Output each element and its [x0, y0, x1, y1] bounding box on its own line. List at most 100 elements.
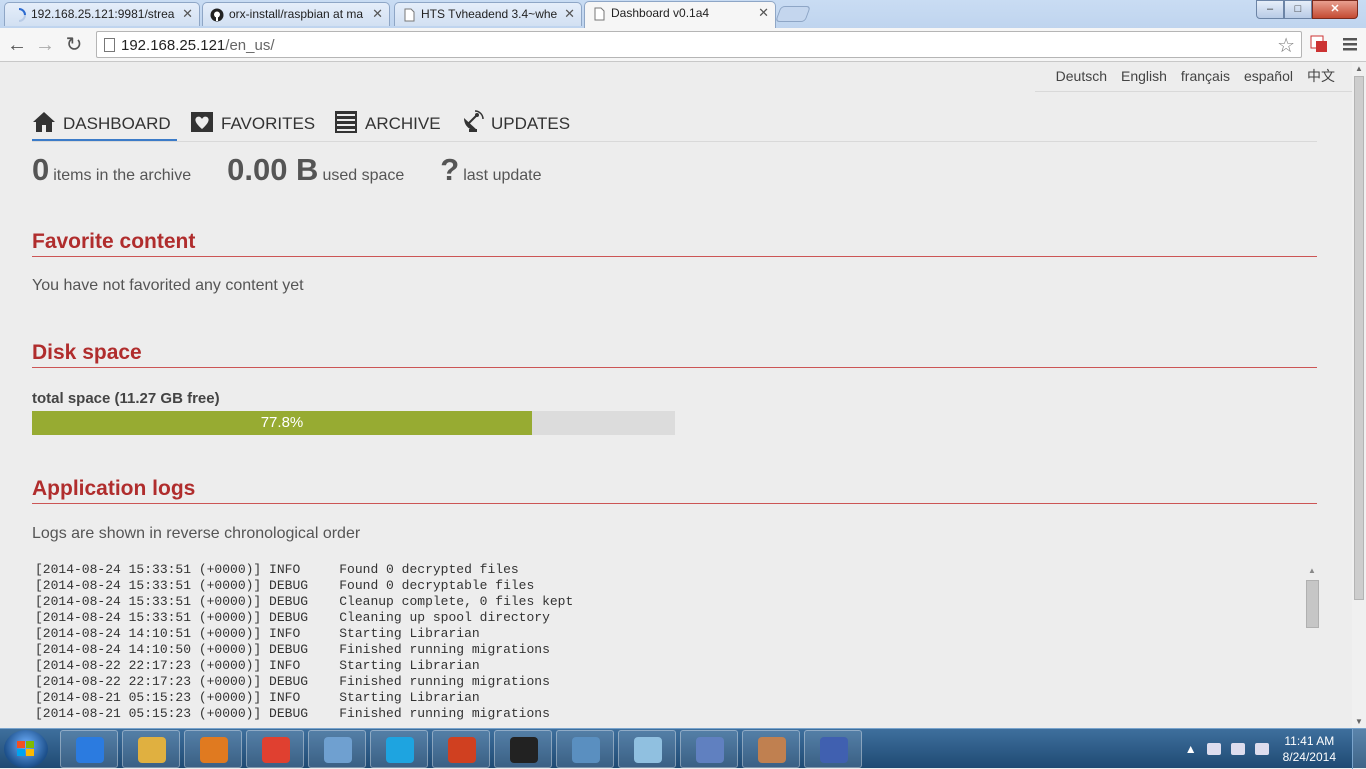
url-text: 192.168.25.121/en_us/: [121, 37, 275, 54]
taskbar-app[interactable]: [60, 730, 118, 768]
tab-github[interactable]: orx-install/raspbian at ma ✕: [202, 2, 390, 26]
tab-tvheadend[interactable]: HTS Tvheadend 3.4~whee ✕: [394, 2, 582, 26]
browser-toolbar: ← → ↻ 192.168.25.121/en_us/ ☆: [0, 28, 1366, 62]
language-francais[interactable]: français: [1174, 68, 1237, 92]
bookmark-star-icon[interactable]: ☆: [1277, 33, 1295, 58]
tab-stream[interactable]: 192.168.25.121:9981/stream ✕: [4, 2, 200, 26]
paint-icon: [758, 737, 786, 763]
tab-close-icon[interactable]: ✕: [564, 6, 575, 22]
scroll-up-arrow-icon[interactable]: ▲: [1355, 64, 1363, 73]
maximize-button[interactable]: □: [1284, 0, 1312, 19]
taskbar-app[interactable]: [680, 730, 738, 768]
log-line: [2014-08-24 15:33:51 (+0000)] DEBUG Clea…: [35, 594, 574, 609]
application-logs-heading: Application logs: [32, 477, 1317, 504]
page-icon: [594, 7, 605, 21]
nav-label: UPDATES: [491, 114, 571, 133]
back-arrow-icon[interactable]: ←: [4, 32, 30, 58]
log-line: [2014-08-24 14:10:50 (+0000)] DEBUG Fini…: [35, 642, 550, 657]
command-prompt-icon: [510, 737, 538, 763]
log-line: [2014-08-21 05:15:23 (+0000)] DEBUG Fini…: [35, 706, 550, 721]
log-scrollbar[interactable]: ▲: [1305, 566, 1320, 728]
forward-arrow-icon[interactable]: →: [32, 32, 58, 58]
taskbar-app[interactable]: [494, 730, 552, 768]
page-icon: [404, 8, 415, 22]
archive-icon: [335, 111, 357, 133]
nav-label: DASHBOARD: [63, 114, 171, 133]
log-line: [2014-08-24 14:10:51 (+0000)] INFO Start…: [35, 626, 480, 641]
nav-label: FAVORITES: [221, 114, 316, 133]
language-espanol[interactable]: español: [1237, 68, 1300, 92]
tab-title: HTS Tvheadend 3.4~whee: [421, 7, 557, 21]
language-english[interactable]: English: [1114, 68, 1174, 92]
menu-icon[interactable]: [1340, 34, 1360, 54]
loading-spinner-icon: [18, 8, 26, 22]
tab-dashboard[interactable]: Dashboard v0.1a4 ✕: [584, 1, 776, 28]
start-button[interactable]: [4, 730, 48, 768]
taskbar-app[interactable]: [308, 730, 366, 768]
action-center-icon[interactable]: [1206, 743, 1221, 755]
page-scroll-thumb[interactable]: [1354, 76, 1364, 600]
favorite-content-heading: Favorite content: [32, 230, 1317, 257]
show-hidden-icons-icon[interactable]: ▲: [1185, 742, 1197, 756]
volume-icon[interactable]: [1254, 743, 1269, 755]
taskbar-app[interactable]: [742, 730, 800, 768]
taskbar-app[interactable]: [804, 730, 862, 768]
browser-chrome: 192.168.25.121:9981/stream ✕ orx-install…: [0, 0, 1366, 62]
disk-usage-bar: 77.8%: [32, 411, 675, 435]
show-desktop-button[interactable]: [1352, 729, 1366, 769]
language-deutsch[interactable]: Deutsch: [1049, 68, 1114, 92]
taskbar-app[interactable]: [246, 730, 304, 768]
items-label: items in the archive: [53, 167, 192, 184]
tab-strip: 192.168.25.121:9981/stream ✕ orx-install…: [0, 0, 1366, 28]
speed-app-icon: [696, 737, 724, 763]
language-chinese[interactable]: 中文: [1300, 68, 1342, 92]
reload-icon[interactable]: ↻: [61, 32, 87, 58]
taskbar-app[interactable]: [618, 730, 676, 768]
taskbar-app[interactable]: [122, 730, 180, 768]
clock-date: 8/24/2014: [1282, 750, 1336, 764]
network-signal-icon[interactable]: [1230, 743, 1245, 755]
stat-used-space: 0.00 B used space: [227, 152, 404, 188]
translate-extension-icon[interactable]: [1309, 34, 1329, 54]
windows-logo-icon: [17, 741, 34, 756]
minimize-button[interactable]: –: [1256, 0, 1284, 19]
disk-space-heading: Disk space: [32, 341, 1317, 368]
nav-favorites[interactable]: FAVORITES: [190, 110, 315, 141]
log-line: [2014-08-22 22:17:23 (+0000)] INFO Start…: [35, 658, 480, 673]
items-count: 0: [32, 152, 50, 187]
nav-updates[interactable]: UPDATES: [460, 110, 570, 141]
clock[interactable]: 11:41 AM 8/24/2014: [1283, 733, 1336, 765]
disk-usage-percent: 77.8%: [260, 414, 304, 431]
scroll-up-arrow-icon[interactable]: ▲: [1308, 566, 1316, 575]
skype-icon: [386, 737, 414, 763]
page-scrollbar[interactable]: ▲ ▼: [1352, 62, 1366, 728]
taskbar-app[interactable]: [556, 730, 614, 768]
nav-dashboard[interactable]: DASHBOARD: [32, 110, 177, 141]
window-app-icon: [634, 737, 662, 763]
network-app-icon: [820, 737, 848, 763]
system-tray: ▲ 11:41 AM 8/24/2014: [1185, 729, 1336, 769]
scroll-down-arrow-icon[interactable]: ▼: [1355, 717, 1363, 726]
log-output[interactable]: [2014-08-24 15:33:51 (+0000)] INFO Found…: [32, 562, 1320, 728]
close-window-button[interactable]: ✕: [1312, 0, 1358, 19]
tab-close-icon[interactable]: ✕: [758, 5, 769, 21]
taskbar-app[interactable]: [184, 730, 242, 768]
github-icon: [210, 8, 224, 22]
video-app-icon: [448, 737, 476, 763]
taskbar-app[interactable]: [432, 730, 490, 768]
page-content: Deutsch English français español 中文 DASH…: [0, 62, 1352, 728]
window-controls: – □ ✕: [1256, 0, 1358, 19]
new-tab-button[interactable]: [775, 6, 811, 22]
tab-close-icon[interactable]: ✕: [182, 6, 193, 22]
main-navigation: DASHBOARD FAVORITES ARCHIVE UPDATES: [32, 110, 1317, 142]
tab-close-icon[interactable]: ✕: [372, 6, 383, 22]
log-line: [2014-08-21 05:15:23 (+0000)] INFO Start…: [35, 690, 480, 705]
nav-archive[interactable]: ARCHIVE: [334, 110, 441, 141]
log-scroll-thumb[interactable]: [1306, 580, 1319, 628]
language-selector: Deutsch English français español 中文: [1049, 68, 1342, 92]
chrome-icon: [262, 737, 290, 763]
file-explorer-icon: [138, 737, 166, 763]
url-path: /en_us/: [225, 37, 275, 54]
address-bar[interactable]: 192.168.25.121/en_us/ ☆: [96, 31, 1302, 58]
taskbar-app[interactable]: [370, 730, 428, 768]
